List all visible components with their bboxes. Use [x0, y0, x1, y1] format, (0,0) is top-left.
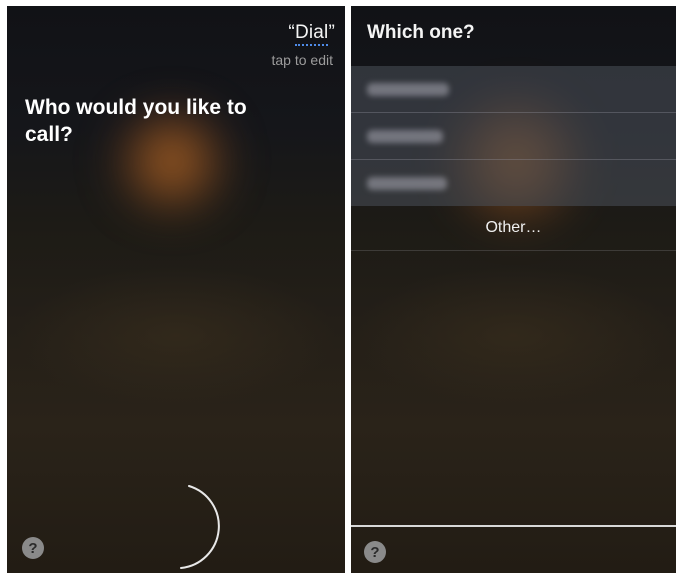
contact-choices-list — [351, 66, 676, 206]
help-button[interactable]: ? — [364, 541, 386, 563]
listening-arc-icon[interactable] — [167, 482, 227, 573]
siri-prompt: Who would you like to call? — [25, 96, 247, 146]
blurred-contact-name — [367, 177, 447, 190]
other-option[interactable]: Other… — [351, 206, 676, 251]
contact-choice-item[interactable] — [351, 160, 676, 206]
blurred-contact-name — [367, 83, 449, 96]
heard-utterance[interactable]: “Dial” — [288, 22, 335, 46]
blurred-contact-name — [367, 130, 443, 143]
siri-screen-right: Which one? Other… ? — [351, 6, 676, 573]
question-mark-icon: ? — [28, 539, 38, 557]
question-mark-icon: ? — [370, 543, 380, 561]
siri-screen-left: “Dial” tap to edit Who would you like to… — [7, 6, 345, 573]
contact-choice-item[interactable] — [351, 113, 676, 160]
heard-word[interactable]: Dial — [294, 22, 329, 46]
listening-line — [351, 525, 676, 527]
disambiguation-title: Which one? — [367, 22, 475, 43]
contact-choice-item[interactable] — [351, 66, 676, 113]
tap-to-edit-hint[interactable]: tap to edit — [272, 52, 334, 68]
help-button[interactable]: ? — [22, 537, 44, 559]
